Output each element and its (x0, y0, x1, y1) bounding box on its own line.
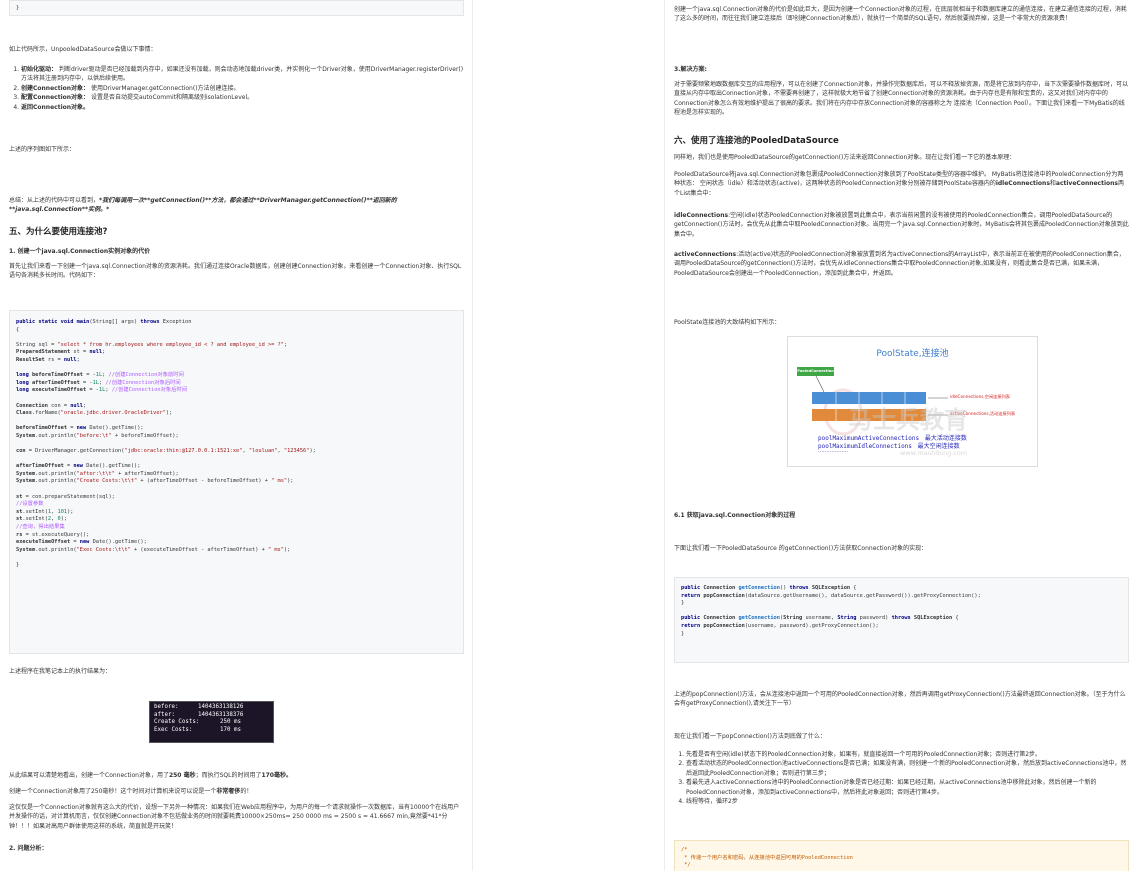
pop-step: 看最先进入activeConnections池中的PooledConnectio… (686, 778, 1129, 797)
code-block-main: public static void main(String[] args) t… (9, 310, 464, 654)
active-paragraph: activeConnections:活动(active)状态的PooledCon… (674, 251, 1125, 277)
terminal-row: before: 1404363138126 (154, 704, 244, 710)
terminal-row: after: 1404363138376 (154, 711, 244, 718)
pop-step: 线程等待，循环2步 (686, 797, 1129, 806)
subheading-6-1: 6.1 获取java.sql.Connection对象的过程 (674, 512, 796, 519)
result-1: 从此结果可以清楚地看出，创建一个Connection对象，用了250 毫秒；而执… (9, 772, 292, 779)
step-item: 初始化驱动： 判断driver驱动是否已经加载到内存中，如果还没有加载，则会动态… (21, 65, 464, 84)
section-5-heading: 五、为什么要使用连接池? (9, 227, 108, 237)
step-item: 返回Connection对象。 (21, 103, 464, 112)
cost-paragraph: 首先让我们来看一下创建一个java.sql.Connection对象的资源消耗。… (9, 263, 462, 280)
run-note: 上述程序在我笔记本上的执行结果为： (9, 668, 112, 675)
subheading-2: 2. 问题分析： (9, 845, 48, 852)
result-2: 创建一个Connection对象用了250毫秒！这个时间对计算机来说可以说是一个… (9, 788, 253, 795)
steps-list: 初始化驱动： 判断driver驱动是否已经加载到内存中，如果还没有加载，则会动态… (9, 65, 464, 112)
diagram-title: PoolState,连接池 (876, 349, 949, 359)
page-gutter (473, 0, 663, 871)
diagram-watermark-url: www.mashibing.com (900, 449, 968, 457)
result-3: 这仅仅是一个Connection对象就有这么大的代价，设想一下另外一种情况：如果… (9, 804, 460, 830)
sequence-note: 上述的序列图如下所示： (9, 146, 76, 153)
pooledconnection-tag-label: PooledConnection (797, 369, 834, 373)
pop-step: 查看活动状态的PooledConnection池activeConnection… (686, 759, 1129, 778)
left-page: } 如上代码所示，UnpooledDataSource会做以下事情： 初始化驱动… (0, 0, 473, 871)
p6-1: 同样地，我们也是使用PooledDataSource的getConnection… (674, 154, 1016, 161)
solution-paragraph: 对于需要频繁地跟数据库交互的应用程序，可以在创建了Connection对象，并操… (674, 81, 1128, 117)
code-block-top: } (9, 0, 464, 16)
terminal-row: Exec Costs: 170 ms (154, 726, 241, 733)
code-block-getconnection: public Connection getConnection() throws… (674, 577, 1129, 663)
pop-steps-list: 先看是否有空闲(idle)状态下的PooledConnection对象，如果有，… (674, 750, 1129, 806)
get-note: 下面让我们看一下PooledDataSource 的getConnection(… (674, 545, 928, 552)
step-item: 配置Connection对象： 设置是否自动提交autoCommit和隔离级别i… (21, 93, 464, 102)
section-6-heading: 六、使用了连接池的PooledDataSource (674, 136, 839, 146)
after-note-1: 上述的popConnection()方法，会从连接池中返回一个可用的Pooled… (674, 691, 1126, 708)
terminal-row: Create Costs: 250 ms (154, 719, 241, 725)
pop-step: 先看是否有空闲(idle)状态下的PooledConnection对象，如果有，… (686, 750, 1129, 759)
after-note-2: 现在让我们看一下popConnection()方法到底做了什么： (674, 733, 826, 740)
intro-text: 如上代码所示，UnpooledDataSource会做以下事情： (9, 46, 157, 53)
cost-explanation: 创建一个java.sql.Connection对象的代价是如此巨大，是因为创建一… (674, 6, 1127, 23)
code-block-bottom: /* * 传递一个用户名和密码，从连接池中返回可用的PooledConnecti… (674, 840, 1129, 871)
diagram-watermark: 马士兵教育 (848, 406, 968, 434)
subheading-3: 3.解决方案: (674, 66, 707, 73)
poolstate-diagram: PoolState,连接池 PooledConnection idleConne… (787, 336, 1038, 467)
step-item: 创建Connection对象： 使用DriverManager.getConne… (21, 84, 464, 93)
subheading-1: 1. 创建一个java.sql.Connection实例对象的代价 (9, 248, 151, 255)
terminal-output: before: 1404363138126 after: 1404363138376… (149, 701, 274, 743)
idle-paragraph: idleConnections:空闲(idle)状态PooledConnecti… (674, 212, 1129, 238)
struct-note: PoolState连接池的大致结构如下所示： (674, 319, 781, 326)
p6-2: PooledDataSource将java.sql.Connection对象包裹… (674, 171, 1125, 197)
diagram-dots: ……………… (818, 448, 848, 454)
summary: 总结：从上述的代码中可以看到，*我们每调用一次**getConnection()… (9, 197, 397, 214)
